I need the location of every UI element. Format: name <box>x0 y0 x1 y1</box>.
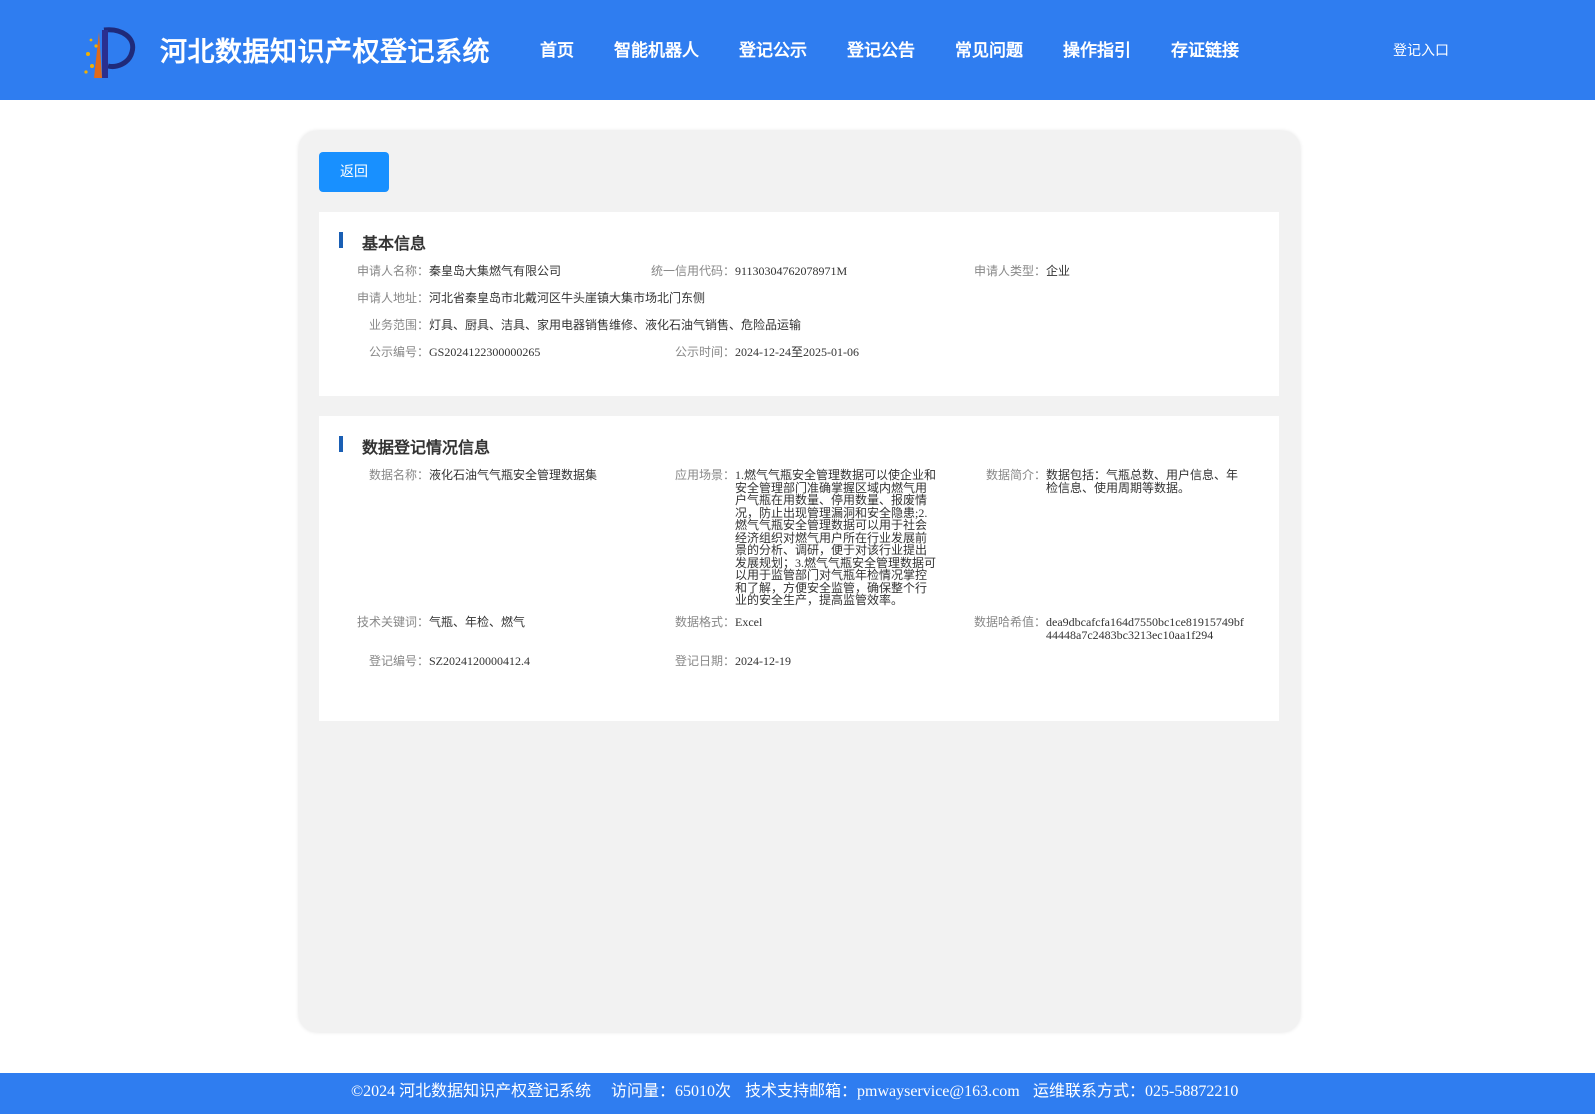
value: dea9dbcafcfa164d7550bc1ce81915749bf44448… <box>1046 615 1244 642</box>
footer-copyright: ©2024 河北数据知识产权登记系统 <box>351 1083 592 1100</box>
field-data-format: 数据格式： Excel <box>649 616 762 629</box>
value: Excel <box>735 615 763 629</box>
field-publicity-number: 公示编号： GS2024122300000265 <box>357 346 540 359</box>
footer-ops-contact: 运维联系方式：025-58872210 <box>1033 1083 1239 1100</box>
value: 企业 <box>1046 264 1071 278</box>
section-title-basic: 基本信息 <box>362 234 427 253</box>
nav-guide[interactable]: 操作指引 <box>1063 36 1131 61</box>
value: 91130304762078971M <box>735 264 848 278</box>
label: 数据格式： <box>674 615 735 629</box>
field-data-name: 数据名称： 液化石油气气瓶安全管理数据集 <box>357 469 597 482</box>
basic-info-card: 基本信息 申请人名称： 秦皇岛大集燃气有限公司 统一信用代码： 91130304… <box>319 212 1279 396</box>
value: 2024-12-19 <box>735 654 791 668</box>
field-registration-number: 登记编号： SZ2024120000412.4 <box>357 655 530 668</box>
value: 液化石油气气瓶安全管理数据集 <box>429 468 598 482</box>
field-tech-keywords: 技术关键词： 气瓶、年检、燃气 <box>357 616 525 629</box>
registration-info-card: 数据登记情况信息 数据名称： 液化石油气气瓶安全管理数据集 应用场景： 1.燃气… <box>319 416 1279 721</box>
value: SZ2024120000412.4 <box>429 654 531 668</box>
value: 1.燃气气瓶安全管理数据可以使企业和安全管理部门准确掌握区域内燃气用户气瓶在用数… <box>735 468 937 607</box>
field-address: 申请人地址： 河北省秦皇岛市北戴河区牛头崖镇大集市场北门东侧 <box>357 292 705 305</box>
value: 2024-12-24至2025-01-06 <box>735 345 859 359</box>
field-application-scenario: 应用场景： 1.燃气气瓶安全管理数据可以使企业和安全管理部门准确掌握区域内燃气用… <box>649 469 937 607</box>
label: 数据哈希值： <box>974 615 1047 629</box>
main-nav: 首页 智能机器人 登记公示 登记公告 常见问题 操作指引 存证链接 <box>540 36 1279 61</box>
label: 登记日期： <box>674 654 735 668</box>
label: 申请人类型： <box>974 264 1047 278</box>
detail-panel: 返回 基本信息 申请人名称： 秦皇岛大集燃气有限公司 统一信用代码： 91130… <box>299 131 1300 1032</box>
section-title-registration: 数据登记情况信息 <box>362 438 491 457</box>
footer-support-email: 技术支持邮箱：pmwayservice@163.com <box>745 1083 1020 1100</box>
footer-visits: 访问量：65010次 <box>611 1083 732 1100</box>
nav-registration-announcement[interactable]: 登记公告 <box>847 36 915 61</box>
label: 数据简介： <box>985 468 1046 482</box>
login-link[interactable]: 登记入口 <box>1393 40 1449 60</box>
label: 申请人名称： <box>357 264 430 278</box>
field-credit-code: 统一信用代码： 91130304762078971M <box>649 265 847 278</box>
section-marker <box>339 232 343 248</box>
field-registration-date: 登记日期： 2024-12-19 <box>649 655 791 668</box>
nav-evidence-link[interactable]: 存证链接 <box>1171 36 1239 61</box>
value: 灯具、厨具、洁具、家用电器销售维修、液化石油气销售、危险品运输 <box>429 318 802 332</box>
label: 应用场景： <box>674 468 735 482</box>
nav-home[interactable]: 首页 <box>540 36 574 61</box>
site-title: 河北数据知识产权登记系统 <box>160 37 490 68</box>
section-marker <box>339 436 343 452</box>
field-data-hash: 数据哈希值： dea9dbcafcfa164d7550bc1ce81915749… <box>974 616 1246 641</box>
field-applicant-type: 申请人类型： 企业 <box>974 265 1070 278</box>
value: GS2024122300000265 <box>429 345 541 359</box>
field-publicity-time: 公示时间： 2024-12-24至2025-01-06 <box>649 346 859 359</box>
back-button[interactable]: 返回 <box>319 152 389 192</box>
field-applicant-name: 申请人名称： 秦皇岛大集燃气有限公司 <box>357 265 561 278</box>
nav-faq[interactable]: 常见问题 <box>955 36 1023 61</box>
nav-robot[interactable]: 智能机器人 <box>614 36 699 61</box>
label: 公示时间： <box>674 345 735 359</box>
field-business-scope: 业务范围： 灯具、厨具、洁具、家用电器销售维修、液化石油气销售、危险品运输 <box>357 319 801 332</box>
label: 登记编号： <box>368 654 429 668</box>
label: 申请人地址： <box>357 291 430 305</box>
value: 数据包括：气瓶总数、用户信息、年检信息、使用周期等数据。 <box>1046 468 1239 495</box>
label: 数据名称： <box>368 468 429 482</box>
label: 公示编号： <box>368 345 429 359</box>
label: 统一信用代码： <box>650 264 735 278</box>
label: 技术关键词： <box>357 615 430 629</box>
value: 河北省秦皇岛市北戴河区牛头崖镇大集市场北门东侧 <box>429 291 706 305</box>
field-data-intro: 数据简介： 数据包括：气瓶总数、用户信息、年检信息、使用周期等数据。 <box>974 469 1246 494</box>
logo-icon <box>84 27 136 78</box>
label: 业务范围： <box>368 318 429 332</box>
value: 秦皇岛大集燃气有限公司 <box>429 264 562 278</box>
value: 气瓶、年检、燃气 <box>429 615 526 629</box>
nav-registration-publicity[interactable]: 登记公示 <box>739 36 807 61</box>
top-header: 河北数据知识产权登记系统 首页 智能机器人 登记公示 登记公告 常见问题 操作指… <box>0 0 1595 100</box>
footer: ©2024 河北数据知识产权登记系统 访问量：65010次 技术支持邮箱：pmw… <box>0 1073 1595 1114</box>
